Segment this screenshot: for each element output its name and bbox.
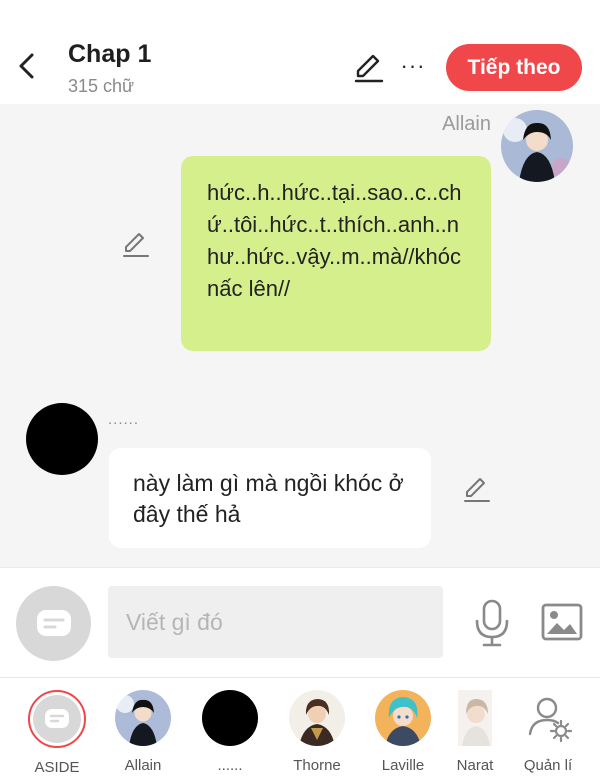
- character-name: Allain: [124, 757, 162, 774]
- edit-message-button[interactable]: [462, 476, 492, 504]
- chat-bubble-icon: [45, 709, 69, 728]
- character-avatar: [115, 690, 171, 746]
- character-manage-button[interactable]: Quản lí: [508, 690, 588, 774]
- microphone-button[interactable]: [472, 598, 512, 648]
- user-settings-icon: [528, 697, 573, 743]
- chevron-left-icon: [19, 53, 34, 79]
- character-name: ASIDE: [34, 759, 80, 776]
- composer: [0, 567, 600, 677]
- message-bubble-right[interactable]: hức..h..hức..tại..sao..c..chứ..tôi..hức.…: [181, 156, 491, 351]
- more-options-button[interactable]: ···: [398, 52, 428, 80]
- character-avatar: [28, 690, 86, 748]
- pencil-icon: [123, 233, 149, 257]
- aside-toggle-button[interactable]: [16, 586, 91, 661]
- character-thorne[interactable]: Thorne: [277, 690, 357, 774]
- pencil-icon: [464, 478, 490, 502]
- sender-name: Allain: [442, 113, 491, 135]
- edit-message-button[interactable]: [121, 231, 151, 259]
- next-chapter-button[interactable]: Tiếp theo: [446, 44, 582, 91]
- character-name: ......: [217, 757, 243, 774]
- character-aside[interactable]: ASIDE: [17, 690, 97, 776]
- pencil-icon: [354, 54, 384, 83]
- message-bubble-left[interactable]: này làm gì mà ngồi khóc ở đây thế hả: [109, 448, 431, 548]
- sender-name: ......: [108, 411, 140, 428]
- avatar[interactable]: [26, 403, 98, 475]
- chat-bubble-icon: [36, 609, 71, 636]
- word-count: 315 chữ: [68, 76, 135, 96]
- edit-title-button[interactable]: [352, 51, 386, 85]
- back-button[interactable]: [10, 48, 42, 84]
- character-avatar: [458, 690, 492, 746]
- more-icon: ···: [400, 53, 426, 78]
- character-unknown[interactable]: ......: [190, 690, 270, 774]
- character-name: Narat: [456, 757, 494, 774]
- chat-screen: Chap 1 315 chữ ··· Tiếp theo Allain hức.…: [0, 0, 600, 779]
- image-icon: [541, 603, 583, 641]
- character-name: Thorne: [293, 757, 341, 774]
- page-title: Chap 1: [68, 40, 152, 68]
- character-avatar: [375, 690, 431, 746]
- avatar[interactable]: [501, 110, 573, 182]
- character-laville[interactable]: Laville: [363, 690, 443, 774]
- character-allain[interactable]: Allain: [103, 690, 183, 774]
- image-upload-button[interactable]: [540, 602, 584, 642]
- header: Chap 1 315 chữ ··· Tiếp theo: [0, 0, 600, 104]
- character-narat[interactable]: Narat: [435, 690, 515, 774]
- character-name: Laville: [381, 757, 425, 774]
- avatar-allain-image: [501, 110, 573, 182]
- message-input[interactable]: [108, 586, 443, 658]
- character-name: Quản lí: [523, 757, 573, 774]
- character-avatar: [202, 690, 258, 746]
- character-bar: ASIDE Allain ...... Thorne Laville Narat…: [0, 677, 600, 779]
- character-avatar: [289, 690, 345, 746]
- character-avatar: [520, 690, 576, 746]
- microphone-icon: [475, 599, 509, 647]
